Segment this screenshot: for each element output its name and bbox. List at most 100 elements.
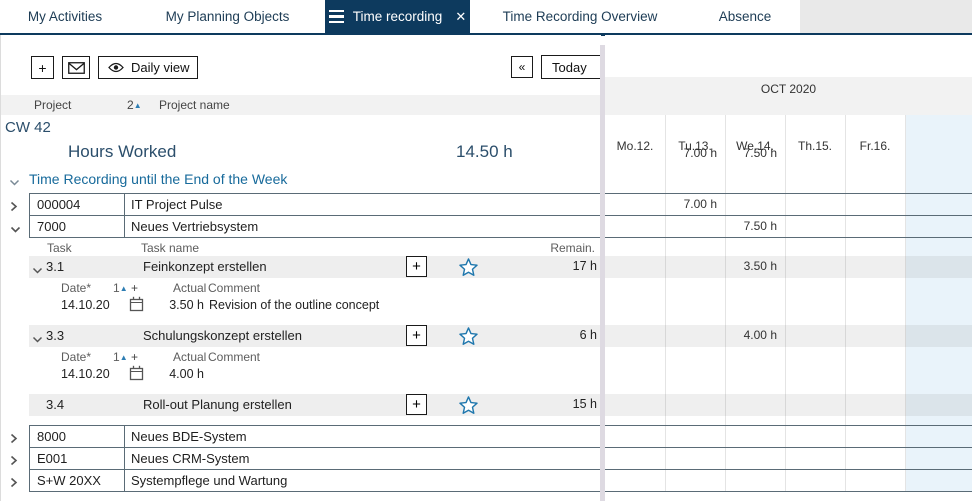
task-3-1-we-value[interactable]: 3.50 h <box>725 259 781 273</box>
project-row-8000[interactable]: 8000 Neues BDE-System <box>29 425 601 448</box>
grid-row-line <box>605 491 972 492</box>
favorite-task-3-4-icon[interactable] <box>459 396 478 417</box>
tab-my-planning-objects[interactable]: My Planning Objects <box>130 0 325 33</box>
hours-worked-label: Hours Worked <box>68 142 176 162</box>
project-name: Systempflege und Wartung <box>131 473 287 488</box>
collapse-project-7000-icon[interactable] <box>10 221 22 239</box>
hours-worked-tu-value[interactable]: 7.00 h <box>665 146 721 160</box>
grid-row-line <box>605 447 972 448</box>
add-entry-task-3-4-button[interactable]: + <box>406 394 427 415</box>
favorite-task-3-3-icon[interactable] <box>459 327 478 348</box>
collapse-task-3-3-icon[interactable] <box>32 332 43 347</box>
sort-ascending-icon: ▲ <box>120 284 128 293</box>
project-column-label: Project <box>34 98 71 112</box>
task-row-band <box>605 256 972 278</box>
sort-order-indicator[interactable]: 2▲ <box>127 98 142 112</box>
add-row-icon[interactable]: + <box>131 281 138 295</box>
grid-row-line <box>605 469 972 470</box>
section-title[interactable]: Time Recording until the End of the Week <box>29 171 287 187</box>
close-tab-icon[interactable]: ✕ <box>451 9 466 25</box>
eye-icon <box>108 62 124 73</box>
task-row-3-3[interactable]: 3.3 Schulungskonzept erstellen + 6 h <box>29 325 601 347</box>
cell-divider <box>124 470 125 491</box>
add-entry-task-3-3-button[interactable]: + <box>406 325 427 346</box>
actual-column-label: Actual <box>173 281 206 295</box>
comment-column-label: Comment <box>208 350 260 364</box>
task-id: 3.3 <box>46 328 64 343</box>
day-header-th: Th.15. <box>785 139 845 153</box>
entry-sort-indicator[interactable]: 1▲ + <box>113 350 138 364</box>
tab-time-recording[interactable]: Time recording ✕ <box>325 0 470 33</box>
tab-time-recording-overview[interactable]: Time Recording Overview <box>470 0 690 33</box>
task-column-label: Task <box>47 241 72 255</box>
sort-ascending-icon: ▲ <box>134 101 142 110</box>
entry-sort-indicator[interactable]: 1▲ + <box>113 281 138 295</box>
tab-time-recording-label: Time recording <box>353 9 443 24</box>
add-entry-task-3-1-button[interactable]: + <box>406 256 427 277</box>
month-label: OCT 2020 <box>605 82 972 96</box>
actual-column-label: Actual <box>173 350 206 364</box>
task-row-3-4[interactable]: 3.4 Roll-out Planung erstellen + 15 h <box>29 394 601 416</box>
entry-date[interactable]: 14.10.20 <box>61 298 110 312</box>
day-header-fr: Fr.16. <box>845 139 905 153</box>
sort-number: 2 <box>127 98 134 112</box>
calendar-grid-panel: OCT 2020 Mo.12. Tu.13. We.14. Th.15. Fr.… <box>605 35 972 501</box>
view-select-label: Daily view <box>131 60 190 75</box>
project-row-7000[interactable]: 7000 Neues Vertriebsystem <box>29 215 601 238</box>
grid-row-line <box>605 193 972 194</box>
project-name: IT Project Pulse <box>131 197 223 212</box>
weekend-column-highlight <box>905 115 972 491</box>
cell-divider <box>124 426 125 447</box>
previous-week-button[interactable]: « <box>511 56 533 78</box>
entry-comment[interactable]: Revision of the outline concept <box>209 298 379 312</box>
project-7000-we-value[interactable]: 7.50 h <box>725 219 781 233</box>
mail-button[interactable] <box>62 56 90 79</box>
add-button[interactable]: + <box>31 56 54 79</box>
project-id: 7000 <box>37 219 66 234</box>
tab-bar: My Activities My Planning Objects Time r… <box>0 0 972 33</box>
task-row-3-1[interactable]: 3.1 Feinkonzept erstellen + 17 h <box>29 256 601 278</box>
task-name: Roll-out Planung erstellen <box>143 397 292 412</box>
task-3-3-we-value[interactable]: 4.00 h <box>725 328 781 342</box>
favorite-task-3-1-icon[interactable] <box>459 258 478 279</box>
menu-icon[interactable] <box>329 10 344 24</box>
date-column-label: Date* <box>61 281 91 295</box>
entry-actual-hours[interactable]: 3.50 h <box>151 298 204 312</box>
hours-worked-we-value[interactable]: 7.50 h <box>725 146 781 160</box>
project-name: Neues Vertriebsystem <box>131 219 258 234</box>
task-id: 3.4 <box>46 397 64 412</box>
calendar-header: OCT 2020 Mo.12. Tu.13. We.14. Th.15. Fr.… <box>605 77 972 115</box>
task-name-column-label: Task name <box>141 241 199 255</box>
grid-row-line <box>605 425 972 426</box>
task-remain-hours: 15 h <box>573 397 597 411</box>
sort-number: 1 <box>113 350 120 364</box>
sort-number: 1 <box>113 281 120 295</box>
task-remain-hours: 6 h <box>580 328 597 342</box>
expand-project-e001-icon[interactable] <box>10 453 22 471</box>
view-select[interactable]: Daily view <box>98 56 198 79</box>
grid-column-line <box>725 115 726 491</box>
project-row-sw20xx[interactable]: S+W 20XX Systempflege und Wartung <box>29 469 601 492</box>
expand-project-8000-icon[interactable] <box>10 431 22 449</box>
today-button[interactable]: Today <box>541 55 601 79</box>
project-000004-tu-value[interactable]: 7.00 h <box>665 197 721 211</box>
comment-column-label: Comment <box>208 281 260 295</box>
calendar-picker-icon[interactable] <box>129 365 144 386</box>
task-name: Feinkonzept erstellen <box>143 259 267 274</box>
section-collapse-icon[interactable] <box>9 174 20 192</box>
project-row-000004[interactable]: 000004 IT Project Pulse <box>29 193 601 216</box>
tab-absence[interactable]: Absence <box>690 0 800 33</box>
task-remain-hours: 17 h <box>573 259 597 273</box>
add-row-icon[interactable]: + <box>131 350 138 364</box>
tab-my-activities[interactable]: My Activities <box>0 0 130 33</box>
collapse-task-3-1-icon[interactable] <box>32 263 43 278</box>
expand-project-000004-icon[interactable] <box>10 199 22 217</box>
grid-column-line <box>785 115 786 491</box>
expand-project-sw20xx-icon[interactable] <box>10 475 22 493</box>
calendar-picker-icon[interactable] <box>129 296 144 317</box>
entry-actual-hours[interactable]: 4.00 h <box>151 367 204 381</box>
task-row-band <box>605 325 972 347</box>
entry-date[interactable]: 14.10.20 <box>61 367 110 381</box>
project-row-e001[interactable]: E001 Neues CRM-System <box>29 447 601 470</box>
envelope-icon <box>68 62 85 74</box>
